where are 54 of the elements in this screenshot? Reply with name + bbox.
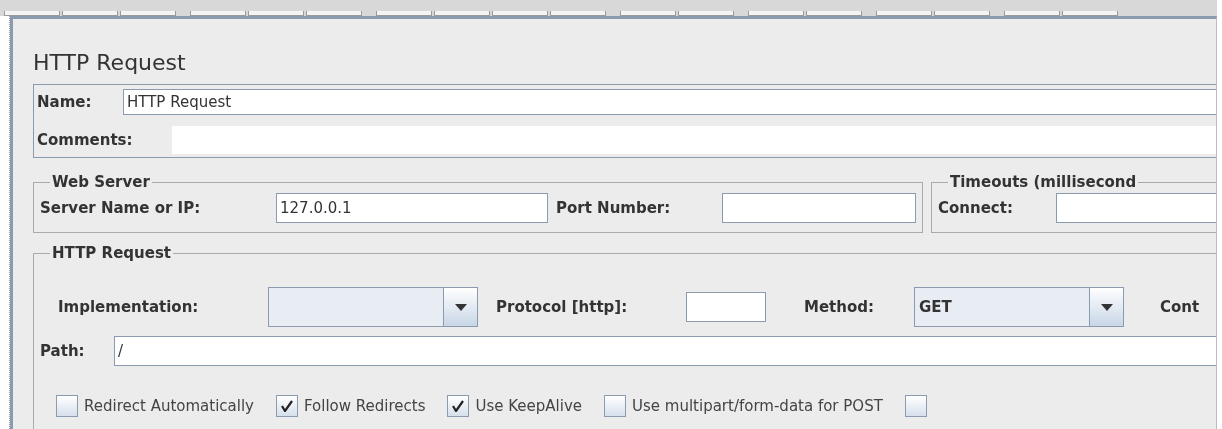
- toolbar-button[interactable]: [876, 11, 932, 16]
- combo-value: GET: [918, 296, 953, 318]
- comments-input[interactable]: [172, 126, 1216, 154]
- panel-title: HTTP Request: [33, 49, 187, 77]
- field-label: Port Number:: [556, 197, 672, 219]
- field-label: Cont: [1160, 296, 1200, 318]
- toolbar-button[interactable]: [1004, 11, 1060, 16]
- server-input[interactable]: 127.0.0.1: [276, 193, 548, 223]
- checkbox-label: Use KeepAlive: [475, 395, 583, 417]
- checkmark-icon: [280, 400, 293, 412]
- checkbox[interactable]: [56, 395, 78, 417]
- toolbar-button[interactable]: [934, 11, 990, 16]
- field-label: Path:: [40, 340, 86, 362]
- field-label: Connect:: [938, 197, 1014, 219]
- toolbar-button[interactable]: [550, 11, 606, 16]
- toolbar-button[interactable]: [190, 11, 246, 16]
- port-input[interactable]: [722, 193, 916, 223]
- toolbar-button[interactable]: [248, 11, 304, 16]
- checkmark-icon: [452, 400, 465, 412]
- checkbox-label: Follow Redirects: [303, 395, 426, 417]
- toolbar-button[interactable]: [748, 11, 804, 16]
- checkbox-label: Redirect Automatically: [84, 395, 254, 417]
- toolbar-button[interactable]: [4, 11, 60, 16]
- dropdown-arrow-icon: [1100, 303, 1113, 311]
- toolbar-button[interactable]: [620, 11, 676, 16]
- field-label: Comments:: [37, 129, 134, 151]
- toolbar-button[interactable]: [806, 11, 862, 16]
- implementation-dropdown[interactable]: [268, 287, 478, 327]
- dropdown-arrow-icon: [454, 303, 467, 311]
- path-input[interactable]: /: [114, 336, 1216, 366]
- group-legend: Timeouts (millisecond: [948, 173, 1139, 191]
- toolbar-button[interactable]: [1062, 11, 1118, 16]
- group-legend: HTTP Request: [50, 244, 173, 262]
- field-label: Server Name or IP:: [40, 197, 202, 219]
- checkbox[interactable]: [447, 395, 470, 417]
- checkbox-label: Use multipart/form-data for POST: [632, 395, 883, 417]
- checkbox[interactable]: [604, 395, 627, 417]
- checkbox[interactable]: [275, 395, 298, 417]
- method-dropdown[interactable]: GET: [914, 287, 1124, 327]
- toolbar-button[interactable]: [306, 11, 362, 16]
- toolbar-button[interactable]: [678, 11, 734, 16]
- protocol-input[interactable]: [686, 292, 766, 322]
- name-input[interactable]: HTTP Request: [123, 89, 1216, 115]
- field-label: Name:: [37, 91, 93, 113]
- field-label: Protocol [http]:: [496, 296, 629, 318]
- field-label: Method:: [804, 296, 875, 318]
- toolbar-button[interactable]: [434, 11, 490, 16]
- toolbar-button[interactable]: [62, 11, 118, 16]
- field-label: Implementation:: [58, 296, 200, 318]
- toolbar-button[interactable]: [492, 11, 548, 16]
- toolbar-button[interactable]: [120, 11, 176, 16]
- toolbar-button[interactable]: [376, 11, 432, 16]
- group-legend: Web Server: [50, 173, 152, 191]
- checkbox[interactable]: [904, 395, 927, 417]
